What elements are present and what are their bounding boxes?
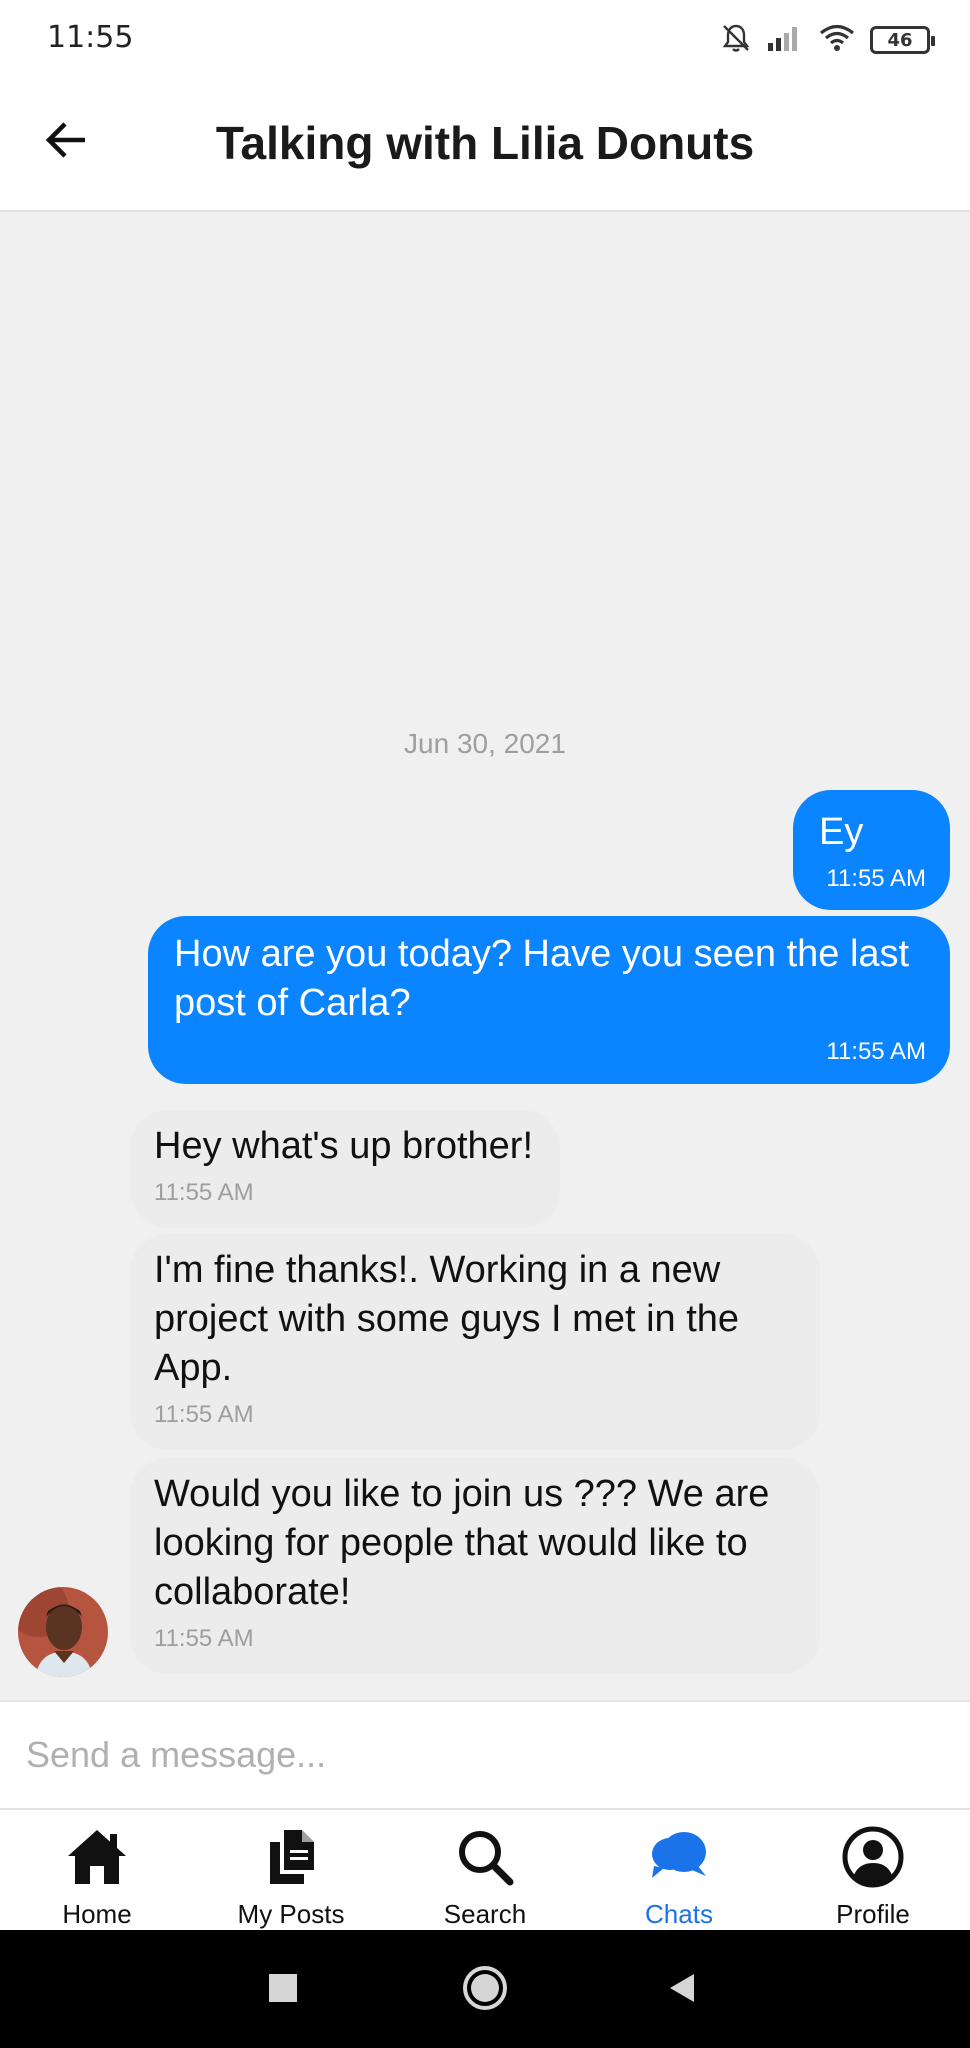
status-icons: 46 xyxy=(720,22,935,58)
message-text: I'm fine thanks!. Working in a new proje… xyxy=(154,1249,740,1389)
nav-item-search[interactable]: Search xyxy=(388,1810,582,1930)
bottom-nav: Home My Posts Search Chats Profile xyxy=(0,1810,970,1930)
message-text: Would you like to join us ??? We are loo… xyxy=(154,1473,770,1613)
app-bar: Talking with Lilia Donuts xyxy=(0,80,970,212)
date-divider: Jun 30, 2021 xyxy=(404,728,566,759)
message-time: 11:55 AM xyxy=(154,1401,254,1428)
chat-bubbles-icon xyxy=(646,1824,712,1889)
page-title: Talking with Lilia Donuts xyxy=(215,117,755,169)
avatar-image xyxy=(18,1587,108,1677)
wifi-icon xyxy=(818,23,856,57)
documents-icon xyxy=(258,1824,324,1889)
incoming-message[interactable]: Would you like to join us ??? We are loo… xyxy=(130,1458,820,1674)
nav-label: Home xyxy=(62,1899,132,1929)
signal-icon xyxy=(766,23,804,57)
account-circle-icon xyxy=(840,1824,906,1889)
message-time: 11:55 AM xyxy=(154,1179,254,1206)
home-icon xyxy=(64,1824,130,1889)
status-time: 11:55 xyxy=(47,20,134,55)
message-text: Hey what's up brother! xyxy=(154,1125,533,1167)
message-time: 11:55 AM xyxy=(826,1038,926,1065)
status-bar: 11:55 46 xyxy=(0,0,970,80)
nav-item-chats[interactable]: Chats xyxy=(582,1810,776,1930)
recents-button[interactable] xyxy=(253,1960,313,2020)
nav-label: Profile xyxy=(836,1899,910,1929)
outgoing-message[interactable]: Ey 11:55 AM xyxy=(793,790,950,910)
composer-bar xyxy=(0,1700,970,1810)
message-time: 11:55 AM xyxy=(154,1625,254,1652)
message-time: 11:55 AM xyxy=(826,865,926,892)
nav-item-home[interactable]: Home xyxy=(0,1810,194,1930)
incoming-message[interactable]: Hey what's up brother! 11:55 AM xyxy=(130,1110,560,1228)
home-system-button[interactable] xyxy=(455,1960,515,2020)
outgoing-message[interactable]: How are you today? Have you seen the las… xyxy=(148,916,950,1084)
system-nav-bar xyxy=(0,1930,970,2048)
incoming-message[interactable]: I'm fine thanks!. Working in a new proje… xyxy=(130,1234,820,1450)
message-text: Ey xyxy=(819,811,864,853)
nav-item-my-posts[interactable]: My Posts xyxy=(194,1810,388,1930)
circle-icon xyxy=(461,1964,509,2016)
avatar[interactable] xyxy=(18,1587,108,1677)
nav-item-profile[interactable]: Profile xyxy=(776,1810,970,1930)
message-text: How are you today? Have you seen the las… xyxy=(174,933,910,1024)
bell-off-icon xyxy=(720,22,752,58)
battery-icon: 46 xyxy=(870,26,935,54)
square-icon xyxy=(267,1972,299,2008)
message-input[interactable] xyxy=(24,1722,944,1788)
chat-area[interactable]: Jun 30, 2021 Ey 11:55 AM How are you tod… xyxy=(0,212,970,1700)
triangle-back-icon xyxy=(664,1970,700,2010)
nav-label: My Posts xyxy=(237,1899,345,1929)
back-system-button[interactable] xyxy=(652,1960,712,2020)
nav-label: Chats xyxy=(645,1899,713,1929)
search-icon xyxy=(452,1824,518,1889)
nav-label: Search xyxy=(443,1899,527,1929)
